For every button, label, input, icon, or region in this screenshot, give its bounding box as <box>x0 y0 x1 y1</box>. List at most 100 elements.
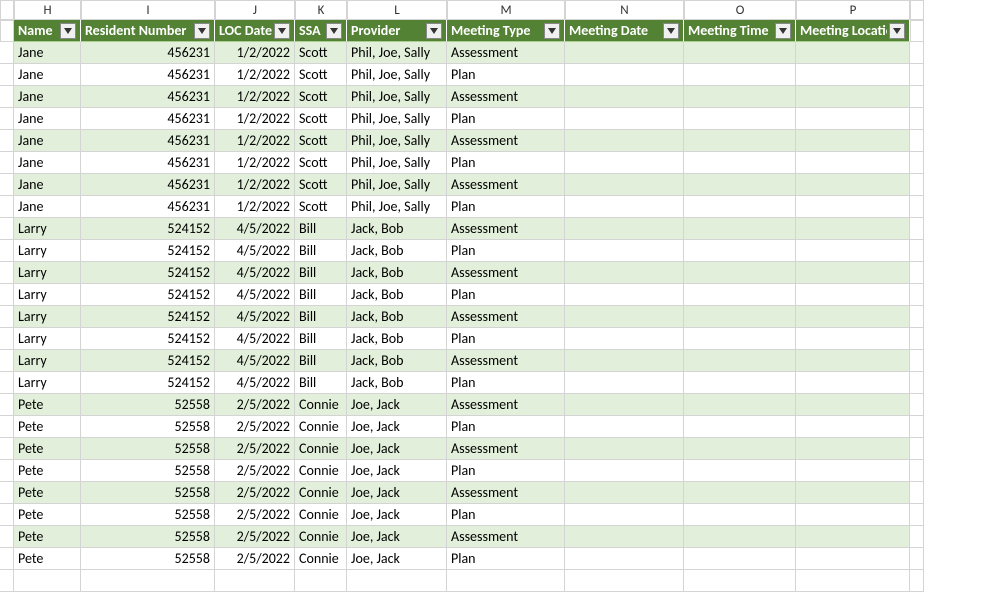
cell-provider[interactable]: Phil, Joe, Sally <box>347 42 447 64</box>
cell-resident_number[interactable]: 52558 <box>81 438 215 460</box>
cell-meeting_date[interactable] <box>565 504 684 526</box>
cell-resident_number[interactable]: 456231 <box>81 130 215 152</box>
cell-name[interactable]: Jane <box>14 152 81 174</box>
cell-meeting_time[interactable] <box>684 328 796 350</box>
cell-resident_number[interactable]: 456231 <box>81 108 215 130</box>
cell-meeting_type[interactable]: Assessment <box>447 130 565 152</box>
cell-meeting_type[interactable]: Assessment <box>447 218 565 240</box>
cell-meeting_location[interactable] <box>796 130 910 152</box>
cell-meeting_date[interactable] <box>565 64 684 86</box>
table-header-cell[interactable]: Meeting Date <box>565 20 684 42</box>
cell-meeting_date[interactable] <box>565 548 684 570</box>
cell-provider[interactable]: Joe, Jack <box>347 394 447 416</box>
cell-resident_number[interactable]: 456231 <box>81 152 215 174</box>
empty-cell[interactable] <box>347 570 447 592</box>
empty-cell[interactable] <box>910 570 924 592</box>
cell-name[interactable]: Larry <box>14 262 81 284</box>
cell-loc_date[interactable]: 4/5/2022 <box>215 350 295 372</box>
cell-meeting_type[interactable]: Assessment <box>447 526 565 548</box>
cell-meeting_location[interactable] <box>796 284 910 306</box>
cell-provider[interactable]: Jack, Bob <box>347 284 447 306</box>
cell-meeting_location[interactable] <box>796 372 910 394</box>
cell-meeting_time[interactable] <box>684 196 796 218</box>
cell-meeting_location[interactable] <box>796 196 910 218</box>
cell-ssa[interactable]: Bill <box>295 372 347 394</box>
cell-meeting_date[interactable] <box>565 460 684 482</box>
cell-name[interactable]: Pete <box>14 438 81 460</box>
filter-button[interactable] <box>544 23 560 39</box>
cell-name[interactable]: Pete <box>14 504 81 526</box>
cell-ssa[interactable]: Bill <box>295 328 347 350</box>
cell-meeting_time[interactable] <box>684 482 796 504</box>
cell-resident_number[interactable]: 524152 <box>81 262 215 284</box>
cell-ssa[interactable]: Connie <box>295 416 347 438</box>
cell-meeting_date[interactable] <box>565 350 684 372</box>
cell-meeting_location[interactable] <box>796 240 910 262</box>
cell-loc_date[interactable]: 1/2/2022 <box>215 152 295 174</box>
cell-provider[interactable]: Joe, Jack <box>347 460 447 482</box>
empty-cell[interactable] <box>14 570 81 592</box>
cell-meeting_location[interactable] <box>796 42 910 64</box>
cell-meeting_date[interactable] <box>565 394 684 416</box>
cell-meeting_time[interactable] <box>684 284 796 306</box>
cell-meeting_type[interactable]: Assessment <box>447 394 565 416</box>
cell-loc_date[interactable]: 1/2/2022 <box>215 130 295 152</box>
cell-resident_number[interactable]: 52558 <box>81 394 215 416</box>
cell-meeting_time[interactable] <box>684 174 796 196</box>
cell-loc_date[interactable]: 1/2/2022 <box>215 174 295 196</box>
cell-ssa[interactable]: Bill <box>295 262 347 284</box>
cell-provider[interactable]: Phil, Joe, Sally <box>347 86 447 108</box>
cell-meeting_time[interactable] <box>684 218 796 240</box>
cell-meeting_type[interactable]: Assessment <box>447 42 565 64</box>
cell-loc_date[interactable]: 2/5/2022 <box>215 548 295 570</box>
cell-loc_date[interactable]: 1/2/2022 <box>215 42 295 64</box>
cell-loc_date[interactable]: 1/2/2022 <box>215 108 295 130</box>
spreadsheet-grid[interactable]: HIJKLMNOPNameResident NumberLOC DateSSAP… <box>0 0 992 592</box>
cell-resident_number[interactable]: 52558 <box>81 504 215 526</box>
cell-ssa[interactable]: Connie <box>295 460 347 482</box>
cell-meeting_date[interactable] <box>565 240 684 262</box>
cell-meeting_time[interactable] <box>684 394 796 416</box>
cell-meeting_time[interactable] <box>684 526 796 548</box>
empty-cell[interactable] <box>215 570 295 592</box>
cell-meeting_date[interactable] <box>565 438 684 460</box>
table-header-cell[interactable]: Meeting Type <box>447 20 565 42</box>
cell-provider[interactable]: Jack, Bob <box>347 350 447 372</box>
cell-provider[interactable]: Phil, Joe, Sally <box>347 196 447 218</box>
cell-name[interactable]: Jane <box>14 174 81 196</box>
cell-meeting_type[interactable]: Assessment <box>447 174 565 196</box>
cell-meeting_time[interactable] <box>684 240 796 262</box>
table-header-cell[interactable]: Meeting Time <box>684 20 796 42</box>
cell-meeting_time[interactable] <box>684 460 796 482</box>
cell-provider[interactable]: Jack, Bob <box>347 306 447 328</box>
cell-meeting_type[interactable]: Plan <box>447 416 565 438</box>
cell-name[interactable]: Larry <box>14 372 81 394</box>
cell-loc_date[interactable]: 4/5/2022 <box>215 262 295 284</box>
cell-meeting_location[interactable] <box>796 262 910 284</box>
cell-resident_number[interactable]: 52558 <box>81 548 215 570</box>
filter-button[interactable] <box>775 23 791 39</box>
cell-name[interactable]: Pete <box>14 482 81 504</box>
table-header-cell[interactable]: Name <box>14 20 81 42</box>
cell-meeting_time[interactable] <box>684 130 796 152</box>
cell-resident_number[interactable]: 456231 <box>81 64 215 86</box>
filter-button[interactable] <box>60 23 76 39</box>
cell-meeting_date[interactable] <box>565 152 684 174</box>
cell-meeting_time[interactable] <box>684 504 796 526</box>
cell-provider[interactable]: Joe, Jack <box>347 482 447 504</box>
cell-loc_date[interactable]: 2/5/2022 <box>215 394 295 416</box>
cell-loc_date[interactable]: 2/5/2022 <box>215 526 295 548</box>
cell-name[interactable]: Larry <box>14 328 81 350</box>
cell-meeting_type[interactable]: Assessment <box>447 438 565 460</box>
cell-meeting_location[interactable] <box>796 504 910 526</box>
cell-ssa[interactable]: Bill <box>295 350 347 372</box>
column-header[interactable]: J <box>215 0 295 20</box>
filter-button[interactable] <box>663 23 679 39</box>
cell-meeting_date[interactable] <box>565 218 684 240</box>
cell-meeting_type[interactable]: Assessment <box>447 306 565 328</box>
cell-loc_date[interactable]: 2/5/2022 <box>215 460 295 482</box>
cell-meeting_time[interactable] <box>684 350 796 372</box>
cell-resident_number[interactable]: 524152 <box>81 350 215 372</box>
cell-meeting_location[interactable] <box>796 438 910 460</box>
cell-loc_date[interactable]: 1/2/2022 <box>215 86 295 108</box>
